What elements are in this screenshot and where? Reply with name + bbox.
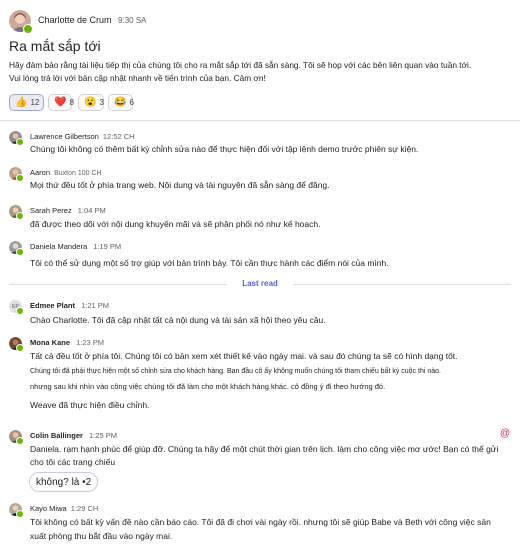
- last-read-line-right: [293, 284, 511, 285]
- reply-line: đã được theo dõi với nội dung khuyến mãi…: [30, 219, 321, 229]
- reply-time: 1:23 PM: [76, 338, 105, 347]
- last-read-line-left: [9, 284, 227, 285]
- reply-time: Buxton 100 CH: [54, 170, 102, 177]
- reply-header: Kayo Miwa 1:29 CH: [30, 504, 98, 513]
- reply-message: Daniela. rạm hạnh phúc để giúp đỡ. Chúng…: [30, 443, 498, 469]
- reply-author[interactable]: Edmee Plant: [30, 301, 75, 310]
- avatar[interactable]: [9, 503, 24, 518]
- reply-time: 1:25 PM: [89, 431, 117, 440]
- avatar[interactable]: [9, 10, 33, 34]
- avatar[interactable]: [9, 205, 24, 220]
- reply-time: 1:21 PM: [81, 301, 110, 310]
- reaction-count: 3: [99, 98, 104, 107]
- reply-header: Daniela Mandera 1:19 PM: [30, 242, 121, 251]
- reply-time: 1:29 CH: [70, 504, 99, 513]
- avatar[interactable]: [9, 241, 24, 256]
- reply-message: Tất cả đều tốt ở phía tôi. Chúng tôi có …: [30, 350, 458, 411]
- reply-author[interactable]: Aaron: [30, 168, 50, 177]
- post-author[interactable]: Charlotte de Crum: [38, 15, 112, 25]
- reply-author[interactable]: Mona Kane: [30, 338, 70, 347]
- reply-author[interactable]: Sarah Perez: [30, 206, 72, 215]
- post-divider: [0, 120, 520, 121]
- reply-header: Lawrence Gilbertson 12:52 CH: [30, 132, 135, 141]
- reply-author[interactable]: Lawrence Gilbertson: [30, 132, 99, 141]
- reply-header: Edmee Plant 1:21 PM: [30, 301, 109, 310]
- laughing-icon: 😂: [114, 96, 127, 108]
- heart-icon: ❤️: [54, 96, 67, 108]
- seen-by-indicator[interactable]: không? là •2: [29, 472, 99, 492]
- reply-line: Daniela. rạm hạnh phúc để giúp đỡ. Chúng…: [30, 444, 499, 454]
- reply-line: Mọi thứ đều tốt ở phía trang web. Nội du…: [30, 180, 330, 190]
- surprised-icon: 😮: [84, 96, 97, 108]
- presence-available-icon: [16, 174, 24, 182]
- reply-header: Sarah Perez 1:04 PM: [30, 206, 106, 215]
- presence-available-icon: [23, 24, 33, 34]
- post-title: Ra mắt sắp tới: [9, 38, 101, 54]
- post-body-line: Hãy đảm bảo rằng tài liệu tiếp thị của c…: [9, 60, 472, 70]
- reply-line: Tất cả đều tốt ở phía tôi. Chúng tôi có …: [30, 351, 458, 361]
- reply-time: 1:19 PM: [93, 242, 122, 251]
- reply-time: 1:04 PM: [77, 206, 106, 215]
- reply-message: Tôi không có bất kỳ vấn đề nào cần báo c…: [30, 515, 491, 543]
- thumbs-up-icon: 👍: [15, 96, 28, 108]
- reply-message: Chào Charlotte. Tôi đã cập nhật tất cả n…: [30, 313, 326, 327]
- avatar[interactable]: [9, 131, 24, 146]
- reply-author[interactable]: Daniela Mandera: [30, 242, 87, 251]
- reply-line: Chào Charlotte. Tôi đã cập nhật tất cả n…: [30, 315, 326, 325]
- reply-message: Tôi có thể sử dụng một số trợ giúp với b…: [30, 256, 389, 270]
- avatar[interactable]: [9, 430, 24, 445]
- post-body: Hãy đảm bảo rằng tài liệu tiếp thị của c…: [9, 59, 471, 85]
- reaction-surprised[interactable]: 😮 3: [78, 94, 104, 111]
- avatar[interactable]: EP: [9, 300, 24, 315]
- reply-line: Chúng tôi không có thêm bất kỳ chỉnh sửa…: [30, 144, 419, 154]
- presence-available-icon: [16, 344, 24, 352]
- post-time: 9:30 SA: [118, 16, 147, 25]
- reply-line: xuất phòng thu bắt đầu vào ngày mai.: [30, 531, 173, 541]
- reply-message: Mọi thứ đều tốt ở phía trang web. Nội du…: [30, 178, 330, 192]
- reply-author[interactable]: Kayo Miwa: [30, 504, 67, 513]
- reaction-thumbs-up[interactable]: 👍 12: [9, 94, 44, 111]
- reaction-laughing[interactable]: 😂 6: [108, 94, 134, 111]
- reply-line: Chúng tôi đã phải thực hiện một số chỉnh…: [30, 368, 441, 375]
- reply-line: cho tôi các trang chiếu: [30, 457, 116, 467]
- reply-message: Chúng tôi không có thêm bất kỳ chỉnh sửa…: [30, 142, 418, 156]
- reply-header: Aaron Buxton 100 CH: [30, 168, 102, 177]
- reaction-count: 8: [69, 98, 74, 107]
- presence-available-icon: [16, 212, 24, 220]
- reaction-count: 12: [30, 98, 40, 107]
- presence-available-icon: [16, 437, 24, 445]
- reply-message: đã được theo dõi với nội dung khuyến mãi…: [30, 217, 320, 231]
- presence-available-icon: [16, 307, 24, 315]
- reply-line: nhưng sau khi nhìn vào công việc chúng t…: [30, 382, 386, 391]
- reply-author[interactable]: Colin Ballinger: [30, 431, 83, 440]
- reply-line: Tôi không có bất kỳ vấn đề nào cần báo c…: [30, 517, 491, 527]
- avatar[interactable]: [9, 167, 24, 182]
- avatar[interactable]: [9, 337, 24, 352]
- reply-line: Weave đã thực hiện điều chỉnh.: [30, 400, 150, 410]
- reply-line: Tôi có thể sử dụng một số trợ giúp với b…: [30, 258, 389, 268]
- presence-available-icon: [16, 248, 24, 256]
- presence-available-icon: [16, 510, 24, 518]
- reaction-heart[interactable]: ❤️ 8: [48, 94, 74, 111]
- mention-icon: @: [500, 428, 511, 439]
- presence-available-icon: [16, 138, 24, 146]
- post-header: Charlotte de Crum 9:30 SA: [38, 15, 147, 25]
- reply-time: 12:52 CH: [102, 132, 135, 141]
- reply-header: Mona Kane 1:23 PM: [30, 338, 104, 347]
- last-read-label: Last read: [242, 279, 278, 288]
- post-body-line: Vui lòng trả lời với bản cập nhật nhanh …: [9, 73, 266, 83]
- reply-header: Colin Ballinger 1:25 PM: [30, 431, 117, 440]
- reaction-count: 6: [129, 98, 134, 107]
